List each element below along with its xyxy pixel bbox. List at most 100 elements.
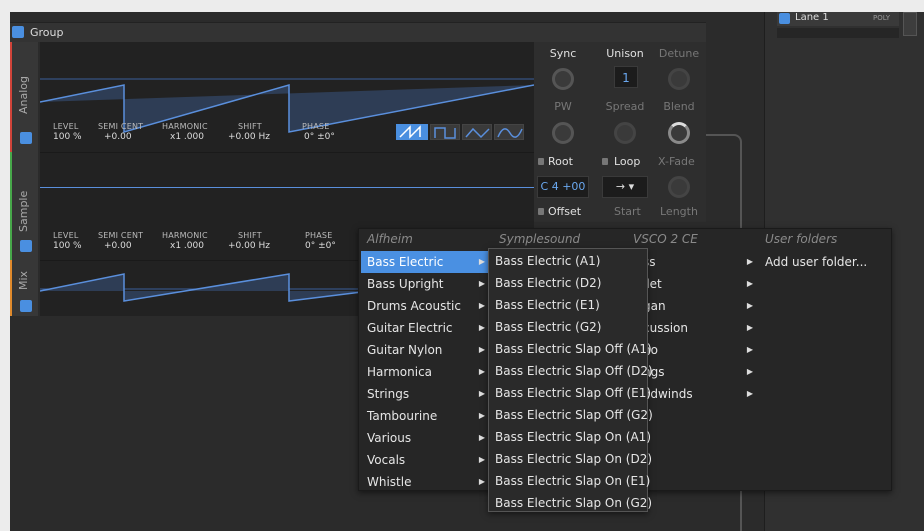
sample-phase-label: PHASE bbox=[305, 231, 333, 240]
menu-item-category[interactable]: Guitar Nylon ▶ bbox=[361, 339, 491, 361]
mix-color-icon bbox=[20, 300, 32, 312]
root-lock-icon bbox=[538, 158, 544, 165]
tab-analog[interactable]: Analog bbox=[10, 42, 38, 152]
detune-label: Detune bbox=[658, 47, 700, 60]
menu-item-sample[interactable]: Bass Electric (A1) bbox=[489, 250, 647, 272]
submenu-arrow-icon: ▶ bbox=[746, 323, 753, 332]
menu-item-sample[interactable]: Bass Electric (G2) bbox=[489, 316, 647, 338]
triangle-wave-button[interactable] bbox=[462, 124, 492, 140]
menu-item-category[interactable]: Drums Acoustic ▶ bbox=[361, 295, 491, 317]
tab-mix[interactable]: Mix bbox=[10, 260, 38, 316]
menu-item-vsco[interactable]: gan ▶ bbox=[629, 295, 759, 317]
unison-value[interactable]: 1 bbox=[614, 66, 638, 88]
menu-item-vsco[interactable]: llet ▶ bbox=[629, 273, 759, 295]
spread-knob[interactable] bbox=[614, 122, 636, 144]
level-label: LEVEL bbox=[53, 122, 79, 131]
unison-label: Unison bbox=[606, 47, 644, 60]
tab-analog-label: Analog bbox=[17, 75, 30, 114]
submenu-arrow-icon: ▶ bbox=[746, 301, 753, 310]
menu-item-sample[interactable]: Bass Electric Slap Off (G2) bbox=[489, 404, 653, 426]
menu-item-category[interactable]: Strings ▶ bbox=[361, 383, 491, 405]
shift-value[interactable]: +0.00 Hz bbox=[228, 132, 270, 142]
menu-item-vsco[interactable]: ss ▶ bbox=[629, 251, 759, 273]
saw-wave-button[interactable] bbox=[396, 124, 428, 140]
phase-label: PHASE bbox=[302, 122, 330, 131]
pw-knob[interactable] bbox=[552, 122, 574, 144]
submenu-arrow-icon: ▶ bbox=[746, 257, 753, 266]
submenu-arrow-icon: ▶ bbox=[478, 455, 485, 464]
level-value[interactable]: 100 % bbox=[53, 132, 82, 142]
xfade-label: X-Fade bbox=[658, 155, 695, 168]
lane-title: Lane 1 bbox=[795, 12, 829, 23]
blend-label: Blend bbox=[663, 100, 695, 113]
root-note-field[interactable]: C 4 +00 bbox=[537, 176, 589, 198]
sample-semi-value[interactable]: +0.00 bbox=[104, 241, 132, 251]
menu-header-user-folders: User folders bbox=[765, 232, 838, 246]
start-label: Start bbox=[614, 205, 641, 218]
sample-level-label: LEVEL bbox=[53, 231, 79, 240]
sample-controls: Root Loop X-Fade C 4 +00 → ▾ Offset Star… bbox=[534, 152, 706, 222]
sample-color-icon bbox=[20, 240, 32, 252]
menu-item-vsco[interactable]: cussion ▶ bbox=[629, 317, 759, 339]
semi-cent-value[interactable]: +0.00 bbox=[104, 132, 132, 142]
menu-item-sample[interactable]: Bass Electric (E1) bbox=[489, 294, 647, 316]
loop-mode-dropdown[interactable]: → ▾ bbox=[602, 176, 648, 198]
submenu-arrow-icon: ▶ bbox=[746, 367, 753, 376]
poly-badge: POLY bbox=[873, 14, 890, 22]
tab-sample[interactable]: Sample bbox=[10, 152, 38, 260]
length-label: Length bbox=[660, 205, 698, 218]
submenu-arrow-icon: ▶ bbox=[746, 279, 753, 288]
menu-item-sample[interactable]: Bass Electric Slap Off (D2) bbox=[489, 360, 653, 382]
submenu-arrow-icon: ▶ bbox=[746, 389, 753, 398]
xfade-knob[interactable] bbox=[668, 176, 690, 198]
menu-item-sample[interactable]: Bass Electric (D2) bbox=[489, 272, 647, 294]
menu-item-category[interactable]: Harmonica ▶ bbox=[361, 361, 491, 383]
category-list: Bass Electric ▶ Bass Upright ▶ Drums Acous… bbox=[361, 251, 491, 491]
sync-label[interactable]: Sync bbox=[534, 47, 592, 60]
menu-item-category[interactable]: Tambourine ▶ bbox=[361, 405, 491, 427]
blend-knob[interactable] bbox=[668, 122, 690, 144]
menu-item-category[interactable]: Whistle ▶ bbox=[361, 471, 491, 493]
analog-controls: Sync Unison Detune 1 PW Spread Blend bbox=[534, 42, 706, 152]
submenu-arrow-icon: ▶ bbox=[478, 345, 485, 354]
harmonic-value[interactable]: x1 .000 bbox=[170, 132, 204, 142]
saw-wave-icon bbox=[399, 125, 421, 139]
menu-item-category[interactable]: Guitar Electric ▶ bbox=[361, 317, 491, 339]
menu-header-symplesound: Symplesound bbox=[499, 232, 581, 246]
menu-item-category[interactable]: Bass Upright ▶ bbox=[361, 273, 491, 295]
submenu-arrow-icon: ▶ bbox=[478, 367, 485, 376]
submenu-arrow-icon: ▶ bbox=[746, 345, 753, 354]
sample-harmonic-value[interactable]: x1 .000 bbox=[170, 241, 204, 251]
lane-header[interactable]: Lane 1 POLY bbox=[777, 12, 899, 26]
submenu-arrow-icon: ▶ bbox=[478, 389, 485, 398]
menu-item-category[interactable]: Various ▶ bbox=[361, 427, 491, 449]
menu-item-category[interactable]: Vocals ▶ bbox=[361, 449, 491, 471]
menu-item-sample[interactable]: Bass Electric Slap On (E1) bbox=[489, 470, 650, 492]
menu-item-sample[interactable]: Bass Electric Slap Off (A1) bbox=[489, 338, 652, 360]
sample-semi-label: SEMI CENT bbox=[98, 231, 144, 240]
harmonic-label: HARMONIC bbox=[162, 122, 208, 131]
analog-oscillator: LEVEL 100 % SEMI CENT +0.00 HARMONIC x1 … bbox=[40, 42, 534, 152]
add-user-folder-item[interactable]: Add user folder... bbox=[759, 251, 889, 273]
group-color-icon[interactable] bbox=[12, 26, 24, 38]
sample-level-value[interactable]: 100 % bbox=[53, 241, 82, 251]
menu-item-sample[interactable]: Bass Electric Slap Off (E1) bbox=[489, 382, 651, 404]
square-wave-button[interactable] bbox=[430, 124, 460, 140]
sine-wave-button[interactable] bbox=[494, 124, 524, 140]
group-header: Group bbox=[10, 22, 706, 42]
lane-color-icon bbox=[779, 13, 790, 24]
triangle-wave-icon bbox=[465, 127, 490, 139]
sync-knob[interactable] bbox=[552, 68, 574, 90]
submenu-arrow-icon: ▶ bbox=[478, 279, 485, 288]
phase-value[interactable]: 0° ±0° bbox=[304, 132, 335, 142]
lane-corner-button[interactable] bbox=[903, 12, 917, 36]
submenu-arrow-icon: ▶ bbox=[478, 411, 485, 420]
menu-item-sample[interactable]: Bass Electric Slap On (D2) bbox=[489, 448, 652, 470]
menu-item-sample[interactable]: Bass Electric Slap On (A1) bbox=[489, 426, 651, 448]
menu-item-sample[interactable]: Bass Electric Slap On (G2) bbox=[489, 492, 652, 514]
menu-item-category[interactable]: Bass Electric ▶ bbox=[361, 251, 491, 273]
tab-sample-label: Sample bbox=[17, 190, 30, 232]
sample-shift-value[interactable]: +0.00 Hz bbox=[228, 241, 270, 251]
detune-knob[interactable] bbox=[668, 68, 690, 90]
sample-phase-value[interactable]: 0° ±0° bbox=[305, 241, 336, 251]
